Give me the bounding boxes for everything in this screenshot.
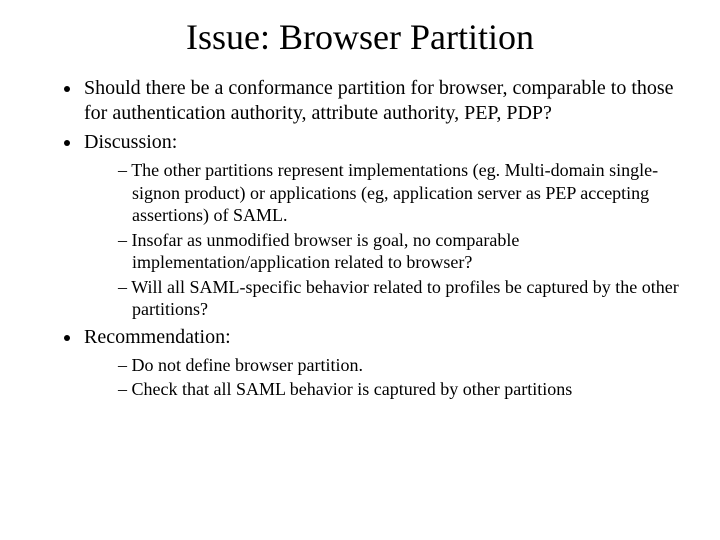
bullet-recommendation-label: Recommendation: bbox=[84, 326, 231, 348]
discussion-item: The other partitions represent implement… bbox=[118, 159, 680, 227]
bullet-recommendation: Recommendation: Do not define browser pa… bbox=[82, 325, 680, 401]
recommendation-item: Check that all SAML behavior is captured… bbox=[118, 378, 680, 401]
recommendation-sublist: Do not define browser partition. Check t… bbox=[84, 354, 680, 401]
discussion-sublist: The other partitions represent implement… bbox=[84, 159, 680, 321]
discussion-item: Insofar as unmodified browser is goal, n… bbox=[118, 229, 680, 274]
bullet-discussion-label: Discussion: bbox=[84, 131, 177, 153]
discussion-item: Will all SAML-specific behavior related … bbox=[118, 276, 680, 321]
bullet-list: Should there be a conformance partition … bbox=[40, 76, 680, 401]
slide-title: Issue: Browser Partition bbox=[40, 16, 680, 58]
recommendation-item: Do not define browser partition. bbox=[118, 354, 680, 377]
bullet-question: Should there be a conformance partition … bbox=[82, 76, 680, 126]
slide: Issue: Browser Partition Should there be… bbox=[0, 0, 720, 540]
bullet-discussion: Discussion: The other partitions represe… bbox=[82, 130, 680, 321]
